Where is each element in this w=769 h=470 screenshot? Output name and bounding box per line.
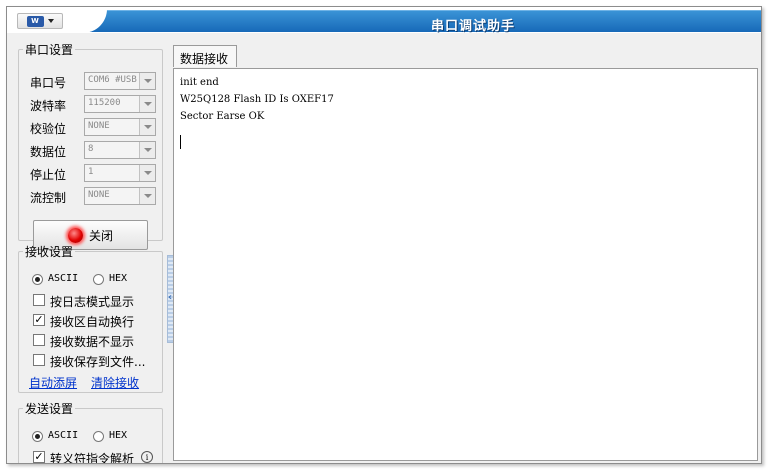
title-bar-band: 串口调试助手 bbox=[85, 10, 761, 34]
app-logo-icon: W bbox=[26, 15, 44, 27]
port-label: 串口号 bbox=[30, 76, 67, 90]
text-caret bbox=[180, 135, 181, 149]
app-window: 串口调试助手 W 串口设置 串口号 COM6 #USB 波特率 115200 校… bbox=[6, 6, 762, 464]
stopbits-select[interactable]: 1 bbox=[84, 164, 156, 182]
baud-value: 115200 bbox=[88, 98, 121, 108]
escape-parse-label: 转义符指令解析 bbox=[50, 452, 135, 464]
receive-textarea[interactable]: init end W25Q128 Flash ID Is OXEF17 Sect… bbox=[173, 68, 758, 461]
stopbits-value: 1 bbox=[88, 167, 94, 177]
serial-settings-group: 串口设置 串口号 COM6 #USB 波特率 115200 校验位 NONE 数… bbox=[18, 41, 164, 250]
send-hex-radio[interactable] bbox=[93, 431, 104, 442]
log-mode-label: 按日志模式显示 bbox=[50, 295, 135, 309]
receive-settings-group: 接收设置 ASCII HEX 按日志模式显示 ✓ 接收区自动换行 接收数据不显示 bbox=[18, 243, 163, 393]
send-hex-label: HEX bbox=[109, 430, 128, 441]
receive-line: init end bbox=[180, 77, 219, 88]
baud-row: 波特率 115200 bbox=[19, 95, 164, 113]
parity-row: 校验位 NONE bbox=[19, 118, 164, 136]
send-mode-row: ASCII HEX bbox=[19, 429, 164, 445]
receive-settings-legend: 接收设置 bbox=[25, 245, 74, 259]
auto-wrap-option[interactable]: ✓ 接收区自动换行 bbox=[19, 313, 164, 329]
flow-value: NONE bbox=[88, 190, 110, 200]
receive-mode-row: ASCII HEX bbox=[19, 272, 164, 288]
databits-value: 8 bbox=[88, 144, 94, 154]
app-menu-button[interactable]: W bbox=[17, 13, 63, 29]
flow-row: 流控制 NONE bbox=[19, 187, 164, 205]
log-mode-checkbox[interactable] bbox=[33, 294, 45, 306]
dropdown-arrow-icon[interactable] bbox=[139, 73, 155, 89]
title-bar: 串口调试助手 W bbox=[7, 7, 761, 34]
flow-label: 流控制 bbox=[30, 191, 67, 205]
hide-data-label: 接收数据不显示 bbox=[50, 335, 135, 349]
stopbits-row: 停止位 1 bbox=[19, 164, 164, 182]
collapse-arrow-icon[interactable]: ‹ bbox=[168, 292, 172, 303]
port-select[interactable]: COM6 #USB bbox=[84, 72, 156, 90]
baud-label: 波特率 bbox=[30, 99, 67, 113]
serial-settings-legend: 串口设置 bbox=[25, 43, 74, 57]
send-settings-legend: 发送设置 bbox=[25, 402, 74, 416]
databits-label: 数据位 bbox=[30, 145, 67, 159]
receive-line: Sector Earse OK bbox=[180, 111, 265, 122]
status-lamp-icon bbox=[67, 227, 83, 243]
flow-select[interactable]: NONE bbox=[84, 187, 156, 205]
dropdown-arrow-icon[interactable] bbox=[139, 188, 155, 204]
hide-data-option[interactable]: 接收数据不显示 bbox=[19, 333, 164, 349]
port-row: 串口号 COM6 #USB bbox=[19, 72, 164, 90]
databits-row: 数据位 8 bbox=[19, 141, 164, 159]
window-title: 串口调试助手 bbox=[430, 19, 515, 34]
auto-clear-link[interactable]: 自动添屏 bbox=[29, 374, 77, 391]
close-port-label: 关闭 bbox=[88, 228, 113, 243]
chevron-down-icon bbox=[47, 19, 54, 23]
dropdown-arrow-icon[interactable] bbox=[139, 119, 155, 135]
save-to-file-checkbox[interactable] bbox=[33, 354, 45, 366]
escape-parse-option[interactable]: ✓ 转义符指令解析 i bbox=[19, 450, 164, 464]
receive-line: W25Q128 Flash ID Is OXEF17 bbox=[180, 94, 334, 105]
databits-select[interactable]: 8 bbox=[84, 141, 156, 159]
send-ascii-radio[interactable] bbox=[32, 431, 43, 442]
receive-ascii-label: ASCII bbox=[48, 273, 79, 284]
tab-data-receive[interactable]: 数据接收 bbox=[173, 45, 237, 67]
receive-links-row: 自动添屏 清除接收 bbox=[19, 374, 164, 390]
receive-hex-label: HEX bbox=[109, 273, 128, 284]
parity-label: 校验位 bbox=[30, 122, 67, 136]
dropdown-arrow-icon[interactable] bbox=[139, 165, 155, 181]
send-ascii-label: ASCII bbox=[48, 430, 79, 441]
send-settings-group: 发送设置 ASCII HEX ✓ 转义符指令解析 i bbox=[18, 400, 164, 464]
save-to-file-option[interactable]: 接收保存到文件... bbox=[19, 353, 164, 369]
baud-select[interactable]: 115200 bbox=[84, 95, 156, 113]
hide-data-checkbox[interactable] bbox=[33, 334, 45, 346]
save-to-file-label: 接收保存到文件... bbox=[50, 355, 146, 369]
receive-hex-radio[interactable] bbox=[93, 274, 104, 285]
escape-parse-checkbox[interactable]: ✓ bbox=[33, 451, 45, 463]
auto-wrap-label: 接收区自动换行 bbox=[50, 315, 135, 329]
parity-value: NONE bbox=[88, 121, 110, 131]
port-value: COM6 #USB bbox=[88, 75, 137, 85]
dropdown-arrow-icon[interactable] bbox=[139, 96, 155, 112]
stopbits-label: 停止位 bbox=[30, 168, 67, 182]
settings-panel: 串口设置 串口号 COM6 #USB 波特率 115200 校验位 NONE 数… bbox=[10, 38, 163, 463]
parity-select[interactable]: NONE bbox=[84, 118, 156, 136]
auto-wrap-checkbox[interactable]: ✓ bbox=[33, 314, 45, 326]
info-icon[interactable]: i bbox=[141, 451, 153, 463]
dropdown-arrow-icon[interactable] bbox=[139, 142, 155, 158]
log-mode-option[interactable]: 按日志模式显示 bbox=[19, 293, 164, 309]
receive-ascii-radio[interactable] bbox=[32, 274, 43, 285]
clear-receive-link[interactable]: 清除接收 bbox=[91, 374, 139, 391]
